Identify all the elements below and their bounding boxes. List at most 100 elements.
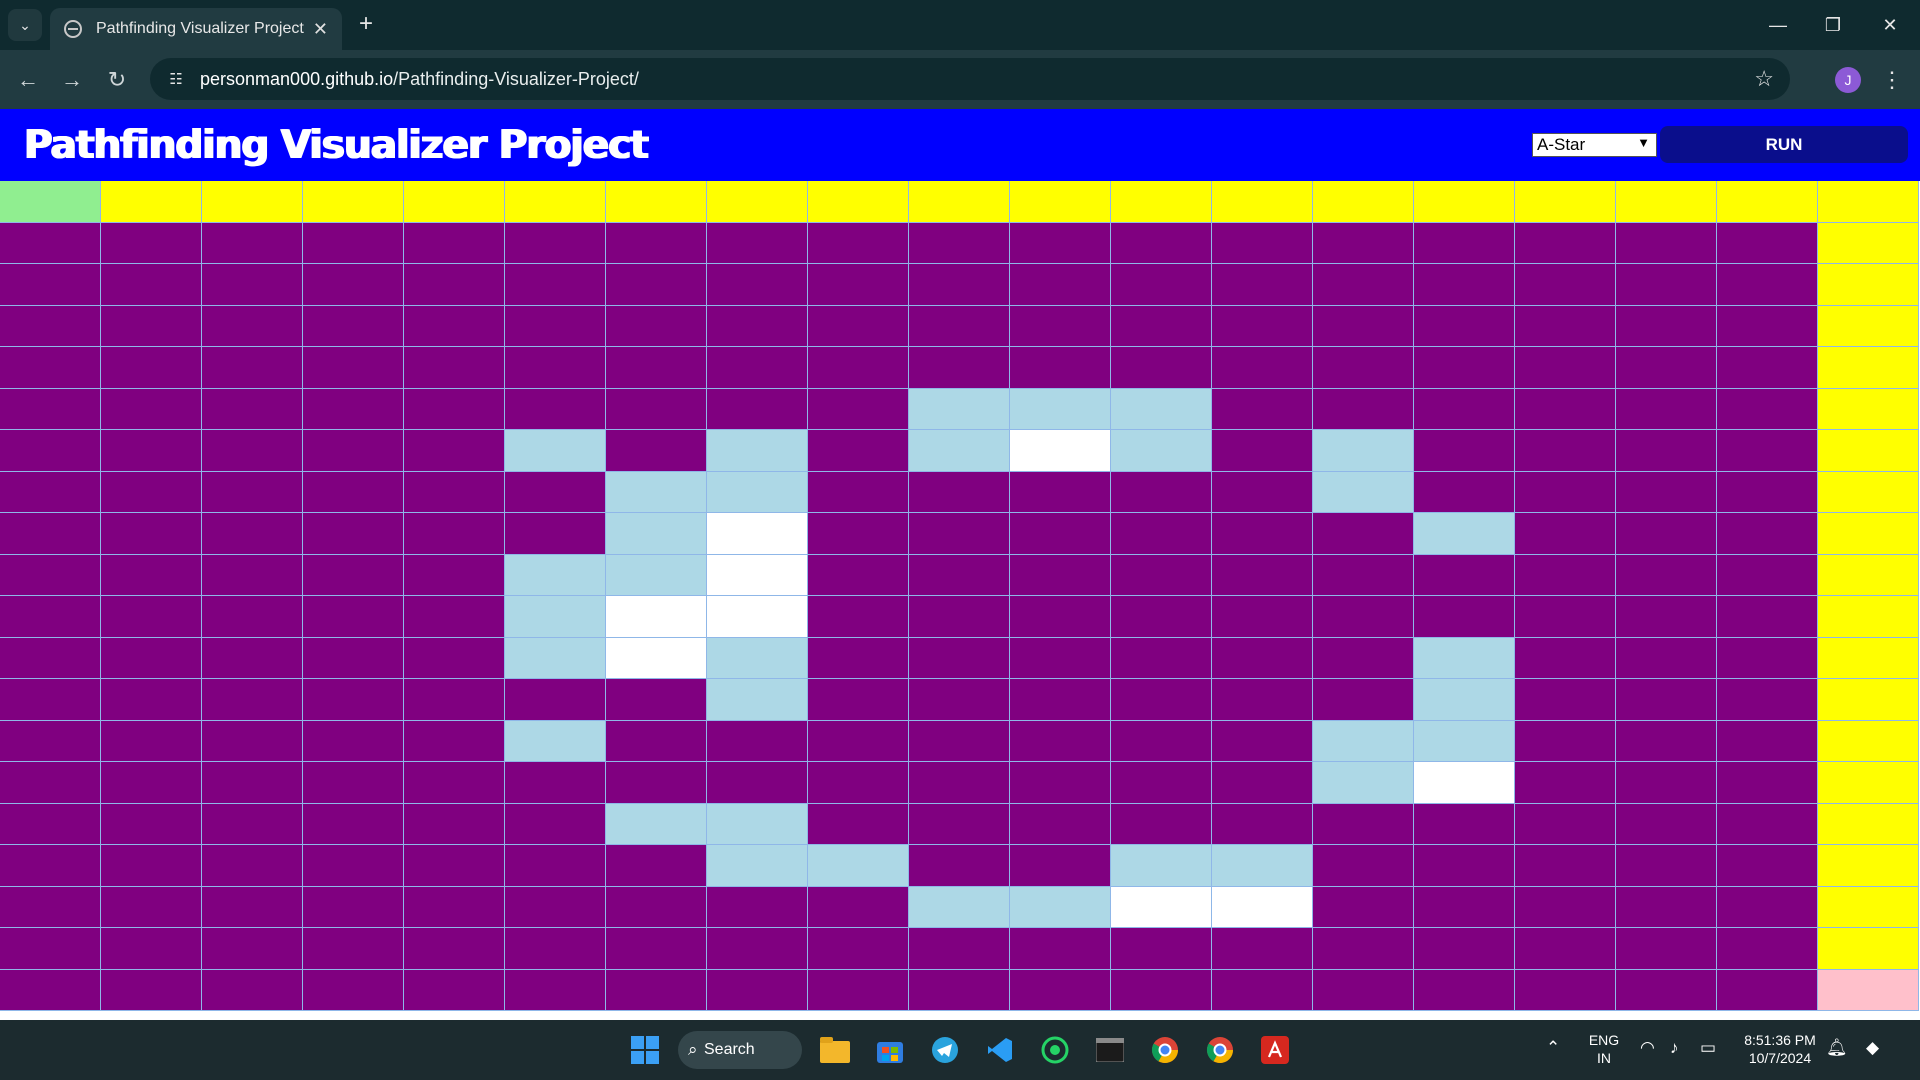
visited-node[interactable]	[808, 347, 909, 389]
visited-node[interactable]	[606, 969, 707, 1011]
visited-node[interactable]	[0, 886, 101, 928]
visited-node[interactable]	[0, 969, 101, 1011]
wall-node[interactable]	[808, 845, 909, 887]
visited-node[interactable]	[1616, 305, 1717, 347]
visited-node[interactable]	[1313, 969, 1414, 1011]
visited-node[interactable]	[1616, 264, 1717, 306]
path-node[interactable]	[1111, 181, 1212, 223]
open-node[interactable]	[606, 596, 707, 638]
visited-node[interactable]	[404, 513, 505, 555]
visited-node[interactable]	[404, 637, 505, 679]
visited-node[interactable]	[505, 513, 606, 555]
visited-node[interactable]	[202, 596, 303, 638]
visited-node[interactable]	[1717, 886, 1818, 928]
visited-node[interactable]	[101, 886, 202, 928]
visited-node[interactable]	[303, 596, 404, 638]
new-tab-button[interactable]: +	[352, 11, 380, 39]
visited-node[interactable]	[808, 720, 909, 762]
open-node[interactable]	[707, 513, 808, 555]
visited-node[interactable]	[707, 886, 808, 928]
visited-node[interactable]	[1717, 222, 1818, 264]
visited-node[interactable]	[0, 513, 101, 555]
visited-node[interactable]	[606, 886, 707, 928]
visited-node[interactable]	[1515, 264, 1616, 306]
path-node[interactable]	[909, 181, 1010, 223]
visited-node[interactable]	[1111, 803, 1212, 845]
whatsapp-icon[interactable]	[1035, 1030, 1075, 1070]
path-node[interactable]	[606, 181, 707, 223]
visited-node[interactable]	[909, 928, 1010, 970]
visited-node[interactable]	[101, 305, 202, 347]
visited-node[interactable]	[202, 388, 303, 430]
visited-node[interactable]	[606, 347, 707, 389]
visited-node[interactable]	[202, 222, 303, 264]
visited-node[interactable]	[303, 513, 404, 555]
visited-node[interactable]	[1111, 513, 1212, 555]
visited-node[interactable]	[101, 471, 202, 513]
site-info-icon[interactable]: ☷	[154, 70, 198, 88]
visited-node[interactable]	[808, 596, 909, 638]
path-node[interactable]	[1818, 181, 1919, 223]
visited-node[interactable]	[0, 554, 101, 596]
wall-node[interactable]	[1313, 471, 1414, 513]
clock[interactable]: 8:51:36 PM 10/7/2024	[1735, 1031, 1825, 1067]
path-node[interactable]	[1818, 513, 1919, 555]
visited-node[interactable]	[606, 762, 707, 804]
wall-node[interactable]	[707, 471, 808, 513]
visited-node[interactable]	[202, 886, 303, 928]
visited-node[interactable]	[1616, 554, 1717, 596]
visited-node[interactable]	[1616, 513, 1717, 555]
visited-node[interactable]	[404, 679, 505, 721]
visited-node[interactable]	[1515, 596, 1616, 638]
visited-node[interactable]	[1313, 803, 1414, 845]
visited-node[interactable]	[606, 928, 707, 970]
visited-node[interactable]	[505, 969, 606, 1011]
visited-node[interactable]	[1313, 222, 1414, 264]
path-node[interactable]	[1212, 181, 1313, 223]
visited-node[interactable]	[101, 762, 202, 804]
wall-node[interactable]	[1414, 513, 1515, 555]
run-button[interactable]: RUN	[1660, 126, 1908, 163]
visited-node[interactable]	[1010, 513, 1111, 555]
visited-node[interactable]	[1515, 388, 1616, 430]
wall-node[interactable]	[707, 845, 808, 887]
visited-node[interactable]	[303, 803, 404, 845]
visited-node[interactable]	[101, 596, 202, 638]
path-node[interactable]	[505, 181, 606, 223]
language-indicator[interactable]: ENG IN	[1584, 1031, 1624, 1067]
browser-tab-active[interactable]: Pathfinding Visualizer Project ✕	[50, 8, 342, 50]
visited-node[interactable]	[808, 513, 909, 555]
visited-node[interactable]	[909, 471, 1010, 513]
visited-node[interactable]	[1010, 969, 1111, 1011]
visited-node[interactable]	[1212, 347, 1313, 389]
visited-node[interactable]	[1616, 430, 1717, 472]
wall-node[interactable]	[505, 596, 606, 638]
visited-node[interactable]	[909, 720, 1010, 762]
visited-node[interactable]	[404, 554, 505, 596]
visited-node[interactable]	[303, 720, 404, 762]
visited-node[interactable]	[202, 347, 303, 389]
file-explorer-icon[interactable]	[815, 1030, 855, 1070]
visited-node[interactable]	[808, 305, 909, 347]
windows-start-icon[interactable]	[625, 1030, 665, 1070]
visited-node[interactable]	[0, 430, 101, 472]
visited-node[interactable]	[505, 305, 606, 347]
taskbar-search[interactable]: ⌕ Search	[678, 1031, 802, 1069]
visited-node[interactable]	[707, 305, 808, 347]
visited-node[interactable]	[909, 554, 1010, 596]
path-node[interactable]	[1818, 596, 1919, 638]
visited-node[interactable]	[1717, 679, 1818, 721]
visited-node[interactable]	[303, 388, 404, 430]
visited-node[interactable]	[1616, 845, 1717, 887]
visited-node[interactable]	[1717, 388, 1818, 430]
visited-node[interactable]	[1717, 347, 1818, 389]
visited-node[interactable]	[101, 803, 202, 845]
visited-node[interactable]	[1212, 430, 1313, 472]
visited-node[interactable]	[707, 762, 808, 804]
path-node[interactable]	[1717, 181, 1818, 223]
visited-node[interactable]	[202, 637, 303, 679]
visited-node[interactable]	[101, 679, 202, 721]
visited-node[interactable]	[1515, 720, 1616, 762]
visited-node[interactable]	[101, 347, 202, 389]
visited-node[interactable]	[1212, 388, 1313, 430]
